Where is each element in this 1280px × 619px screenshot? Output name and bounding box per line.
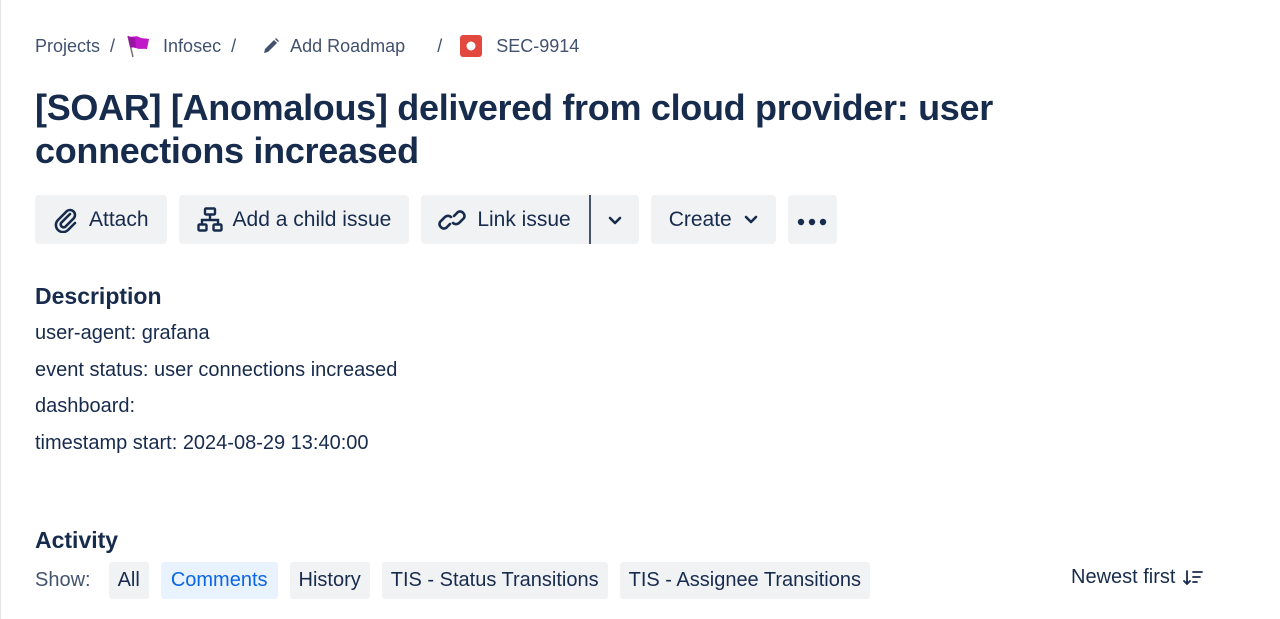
link-icon [437,207,467,233]
sort-label: Newest first [1071,566,1176,588]
link-issue-label: Link issue [477,207,571,231]
filter-tis-assignee-transitions[interactable]: TIS - Assignee Transitions [619,562,870,599]
breadcrumb-separator: / [231,35,237,56]
description-line: dashboard: [35,395,136,418]
breadcrumb-infosec[interactable]: Infosec [125,34,221,58]
breadcrumb-separator: / [437,35,443,56]
filter-comments[interactable]: Comments [160,562,278,599]
purple-flag-icon [125,34,151,58]
breadcrumb-infosec-label: Infosec [163,35,222,56]
breadcrumb: Projects / Infosec / Add Roadmap / SEC-9… [35,32,579,60]
breadcrumb-projects-label: Projects [35,35,101,56]
issue-toolbar: Attach Add a child issue Link issue Crea… [35,195,837,244]
create-label: Create [668,207,732,231]
description-line: event status: user connections increased [35,358,398,381]
add-child-issue-button[interactable]: Add a child issue [178,195,410,244]
breadcrumb-projects[interactable]: Projects [35,36,100,57]
chevron-down-icon [744,215,758,225]
breadcrumb-add-roadmap[interactable]: Add Roadmap [246,36,405,57]
add-child-issue-label: Add a child issue [232,207,392,231]
attach-label: Attach [89,207,149,231]
sort-descending-icon [1183,569,1204,587]
link-issue-split-button: Link issue [421,195,639,244]
bug-issue-icon [460,35,483,57]
description-heading: Description [35,283,162,309]
more-horizontal-icon [797,208,827,232]
description-body[interactable]: user-agent: grafana event status: user c… [35,318,397,465]
attach-button[interactable]: Attach [35,195,167,244]
description-line: user-agent: grafana [35,322,210,344]
activity-filters: Show: All Comments History TIS - Status … [35,562,870,599]
page-left-border [0,0,1,619]
breadcrumb-add-roadmap-label: Add Roadmap [290,35,406,56]
link-issue-button[interactable]: Link issue [421,195,591,244]
breadcrumb-issue-key-label: SEC-9914 [496,35,580,56]
filter-tis-status-transitions[interactable]: TIS - Status Transitions [381,562,608,599]
pencil-icon [262,37,280,55]
filter-history[interactable]: History [289,562,370,599]
chevron-down-icon [608,208,622,232]
paperclip-icon [53,207,79,233]
breadcrumb-issue-key[interactable]: SEC-9914 [460,35,579,57]
breadcrumb-separator: / [110,35,116,56]
filter-all[interactable]: All [108,562,149,599]
hierarchy-icon [196,206,223,233]
more-actions-button[interactable] [787,195,837,244]
link-issue-dropdown-button[interactable] [591,195,639,244]
issue-title[interactable]: [SOAR] [Anomalous] delivered from cloud … [35,86,1175,172]
activity-heading: Activity [35,527,119,553]
sort-order-button[interactable]: Newest first [1071,566,1204,589]
show-label: Show: [35,569,91,591]
description-line: timestamp start: 2024-08-29 13:40:00 [35,432,369,455]
create-button[interactable]: Create [650,195,776,244]
